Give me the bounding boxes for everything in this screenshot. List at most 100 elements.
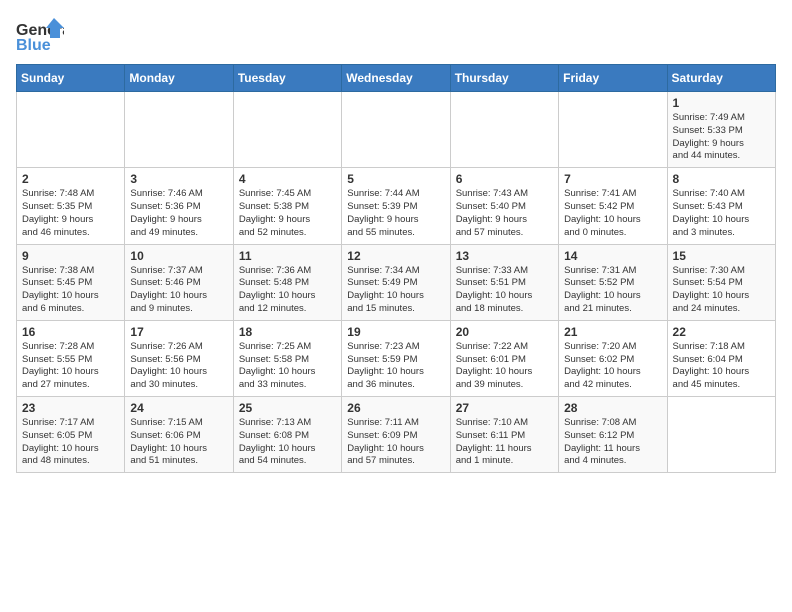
calendar-cell: 10 Sunrise: 7:37 AM Sunset: 5:46 PM Dayli… bbox=[125, 244, 233, 320]
day-info: Sunrise: 7:11 AM Sunset: 6:09 PM Dayligh… bbox=[347, 417, 444, 468]
day-number: 10 bbox=[130, 249, 227, 263]
logo-svg: General Blue bbox=[16, 16, 64, 56]
day-info: Sunrise: 7:38 AM Sunset: 5:45 PM Dayligh… bbox=[22, 265, 119, 316]
logo: General Blue bbox=[16, 16, 64, 56]
calendar-cell: 17 Sunrise: 7:26 AM Sunset: 5:56 PM Dayli… bbox=[125, 320, 233, 396]
calendar-cell bbox=[17, 92, 125, 168]
day-number: 16 bbox=[22, 325, 119, 339]
day-number: 11 bbox=[239, 249, 336, 263]
day-number: 7 bbox=[564, 172, 661, 186]
day-info: Sunrise: 7:48 AM Sunset: 5:35 PM Dayligh… bbox=[22, 188, 119, 239]
day-number: 22 bbox=[673, 325, 770, 339]
day-number: 13 bbox=[456, 249, 553, 263]
day-info: Sunrise: 7:41 AM Sunset: 5:42 PM Dayligh… bbox=[564, 188, 661, 239]
calendar-cell: 20 Sunrise: 7:22 AM Sunset: 6:01 PM Dayli… bbox=[450, 320, 558, 396]
day-number: 8 bbox=[673, 172, 770, 186]
day-number: 23 bbox=[22, 401, 119, 415]
header-thursday: Thursday bbox=[450, 65, 558, 92]
day-info: Sunrise: 7:28 AM Sunset: 5:55 PM Dayligh… bbox=[22, 341, 119, 392]
calendar-cell: 14 Sunrise: 7:31 AM Sunset: 5:52 PM Dayli… bbox=[559, 244, 667, 320]
day-number: 4 bbox=[239, 172, 336, 186]
calendar-cell: 9 Sunrise: 7:38 AM Sunset: 5:45 PM Daylig… bbox=[17, 244, 125, 320]
day-info: Sunrise: 7:08 AM Sunset: 6:12 PM Dayligh… bbox=[564, 417, 661, 468]
calendar-cell: 13 Sunrise: 7:33 AM Sunset: 5:51 PM Dayli… bbox=[450, 244, 558, 320]
header-saturday: Saturday bbox=[667, 65, 775, 92]
calendar-table: SundayMondayTuesdayWednesdayThursdayFrid… bbox=[16, 64, 776, 473]
calendar-cell bbox=[667, 397, 775, 473]
day-number: 15 bbox=[673, 249, 770, 263]
day-info: Sunrise: 7:31 AM Sunset: 5:52 PM Dayligh… bbox=[564, 265, 661, 316]
calendar-cell: 2 Sunrise: 7:48 AM Sunset: 5:35 PM Daylig… bbox=[17, 168, 125, 244]
calendar-cell: 1Sunrise: 7:49 AM Sunset: 5:33 PM Daylig… bbox=[667, 92, 775, 168]
day-number: 2 bbox=[22, 172, 119, 186]
day-info: Sunrise: 7:18 AM Sunset: 6:04 PM Dayligh… bbox=[673, 341, 770, 392]
calendar-cell: 8 Sunrise: 7:40 AM Sunset: 5:43 PM Daylig… bbox=[667, 168, 775, 244]
day-number: 27 bbox=[456, 401, 553, 415]
calendar-cell bbox=[233, 92, 341, 168]
day-number: 14 bbox=[564, 249, 661, 263]
day-number: 26 bbox=[347, 401, 444, 415]
day-info: Sunrise: 7:37 AM Sunset: 5:46 PM Dayligh… bbox=[130, 265, 227, 316]
calendar-week-row: 9 Sunrise: 7:38 AM Sunset: 5:45 PM Daylig… bbox=[17, 244, 776, 320]
day-number: 25 bbox=[239, 401, 336, 415]
day-info: Sunrise: 7:22 AM Sunset: 6:01 PM Dayligh… bbox=[456, 341, 553, 392]
calendar-cell: 12Sunrise: 7:34 AM Sunset: 5:49 PM Dayli… bbox=[342, 244, 450, 320]
page-header: General Blue bbox=[16, 16, 776, 56]
day-info: Sunrise: 7:43 AM Sunset: 5:40 PM Dayligh… bbox=[456, 188, 553, 239]
calendar-cell: 7 Sunrise: 7:41 AM Sunset: 5:42 PM Daylig… bbox=[559, 168, 667, 244]
day-info: Sunrise: 7:49 AM Sunset: 5:33 PM Dayligh… bbox=[673, 112, 770, 163]
header-monday: Monday bbox=[125, 65, 233, 92]
day-number: 18 bbox=[239, 325, 336, 339]
day-number: 28 bbox=[564, 401, 661, 415]
calendar-week-row: 2 Sunrise: 7:48 AM Sunset: 5:35 PM Daylig… bbox=[17, 168, 776, 244]
header-sunday: Sunday bbox=[17, 65, 125, 92]
calendar-cell: 16 Sunrise: 7:28 AM Sunset: 5:55 PM Dayli… bbox=[17, 320, 125, 396]
day-number: 12 bbox=[347, 249, 444, 263]
header-tuesday: Tuesday bbox=[233, 65, 341, 92]
day-info: Sunrise: 7:40 AM Sunset: 5:43 PM Dayligh… bbox=[673, 188, 770, 239]
day-number: 21 bbox=[564, 325, 661, 339]
day-info: Sunrise: 7:30 AM Sunset: 5:54 PM Dayligh… bbox=[673, 265, 770, 316]
day-number: 19 bbox=[347, 325, 444, 339]
day-info: Sunrise: 7:20 AM Sunset: 6:02 PM Dayligh… bbox=[564, 341, 661, 392]
day-info: Sunrise: 7:33 AM Sunset: 5:51 PM Dayligh… bbox=[456, 265, 553, 316]
calendar-cell: 6 Sunrise: 7:43 AM Sunset: 5:40 PM Daylig… bbox=[450, 168, 558, 244]
calendar-cell: 3 Sunrise: 7:46 AM Sunset: 5:36 PM Daylig… bbox=[125, 168, 233, 244]
day-number: 24 bbox=[130, 401, 227, 415]
day-info: Sunrise: 7:26 AM Sunset: 5:56 PM Dayligh… bbox=[130, 341, 227, 392]
calendar-week-row: 16 Sunrise: 7:28 AM Sunset: 5:55 PM Dayli… bbox=[17, 320, 776, 396]
calendar-cell: 27 Sunrise: 7:10 AM Sunset: 6:11 PM Dayli… bbox=[450, 397, 558, 473]
header-friday: Friday bbox=[559, 65, 667, 92]
calendar-header-row: SundayMondayTuesdayWednesdayThursdayFrid… bbox=[17, 65, 776, 92]
calendar-cell: 25 Sunrise: 7:13 AM Sunset: 6:08 PM Dayli… bbox=[233, 397, 341, 473]
day-number: 17 bbox=[130, 325, 227, 339]
day-number: 6 bbox=[456, 172, 553, 186]
calendar-cell: 15 Sunrise: 7:30 AM Sunset: 5:54 PM Dayli… bbox=[667, 244, 775, 320]
calendar-cell: 22 Sunrise: 7:18 AM Sunset: 6:04 PM Dayli… bbox=[667, 320, 775, 396]
calendar-cell: 5 Sunrise: 7:44 AM Sunset: 5:39 PM Daylig… bbox=[342, 168, 450, 244]
day-info: Sunrise: 7:17 AM Sunset: 6:05 PM Dayligh… bbox=[22, 417, 119, 468]
day-number: 9 bbox=[22, 249, 119, 263]
day-info: Sunrise: 7:36 AM Sunset: 5:48 PM Dayligh… bbox=[239, 265, 336, 316]
svg-text:Blue: Blue bbox=[16, 37, 51, 54]
day-info: Sunrise: 7:25 AM Sunset: 5:58 PM Dayligh… bbox=[239, 341, 336, 392]
day-info: Sunrise: 7:44 AM Sunset: 5:39 PM Dayligh… bbox=[347, 188, 444, 239]
day-info: Sunrise: 7:45 AM Sunset: 5:38 PM Dayligh… bbox=[239, 188, 336, 239]
day-info: Sunrise: 7:10 AM Sunset: 6:11 PM Dayligh… bbox=[456, 417, 553, 468]
day-info: Sunrise: 7:46 AM Sunset: 5:36 PM Dayligh… bbox=[130, 188, 227, 239]
calendar-cell: 19 Sunrise: 7:23 AM Sunset: 5:59 PM Dayli… bbox=[342, 320, 450, 396]
day-number: 5 bbox=[347, 172, 444, 186]
day-info: Sunrise: 7:13 AM Sunset: 6:08 PM Dayligh… bbox=[239, 417, 336, 468]
calendar-week-row: 23 Sunrise: 7:17 AM Sunset: 6:05 PM Dayli… bbox=[17, 397, 776, 473]
calendar-cell bbox=[125, 92, 233, 168]
calendar-cell: 24Sunrise: 7:15 AM Sunset: 6:06 PM Dayli… bbox=[125, 397, 233, 473]
calendar-cell: 28 Sunrise: 7:08 AM Sunset: 6:12 PM Dayli… bbox=[559, 397, 667, 473]
day-number: 3 bbox=[130, 172, 227, 186]
calendar-cell: 4 Sunrise: 7:45 AM Sunset: 5:38 PM Daylig… bbox=[233, 168, 341, 244]
calendar-cell: 23 Sunrise: 7:17 AM Sunset: 6:05 PM Dayli… bbox=[17, 397, 125, 473]
calendar-cell bbox=[450, 92, 558, 168]
day-info: Sunrise: 7:23 AM Sunset: 5:59 PM Dayligh… bbox=[347, 341, 444, 392]
calendar-cell: 11 Sunrise: 7:36 AM Sunset: 5:48 PM Dayli… bbox=[233, 244, 341, 320]
day-number: 20 bbox=[456, 325, 553, 339]
calendar-cell bbox=[342, 92, 450, 168]
